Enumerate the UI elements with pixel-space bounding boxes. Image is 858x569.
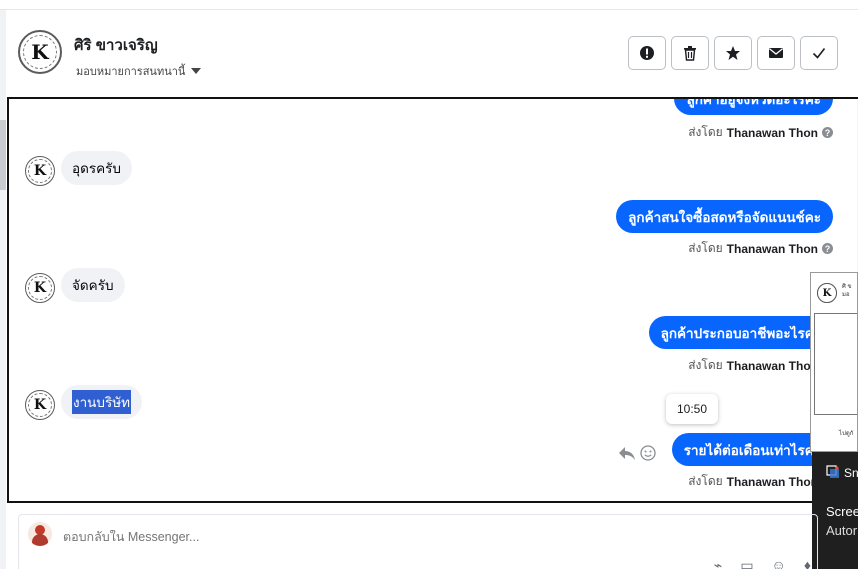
sent-by-label: ส่งโดย Thanawan Thon ? bbox=[688, 239, 833, 258]
snipping-tool-icon bbox=[826, 465, 839, 478]
envelope-icon bbox=[769, 48, 783, 58]
mark-unread-button[interactable] bbox=[757, 36, 795, 70]
sender-name: Thanawan Thon bbox=[726, 241, 818, 256]
help-icon[interactable]: ? bbox=[822, 243, 833, 254]
contact-avatar[interactable]: K bbox=[18, 30, 62, 74]
conversation-list-scrollbar[interactable] bbox=[0, 10, 6, 569]
page-avatar bbox=[28, 522, 52, 546]
contact-name[interactable]: ศิริ ขาวเจริญ bbox=[74, 33, 158, 57]
reply-input[interactable] bbox=[63, 530, 363, 544]
delete-button[interactable] bbox=[671, 36, 709, 70]
outgoing-message[interactable]: ลูกค้าอยู่จังหวัดอะไรคะ bbox=[674, 99, 833, 115]
star-button[interactable] bbox=[714, 36, 752, 70]
sender-name: Thanawan Thon bbox=[726, 125, 818, 140]
message-thread[interactable]: ลูกค้าอยู่จังหวัดอะไรคะ ส่งโดย Thanawan … bbox=[7, 97, 858, 503]
check-icon bbox=[812, 48, 826, 59]
sent-by-prefix: ส่งโดย bbox=[688, 474, 723, 488]
trash-icon bbox=[684, 46, 696, 61]
sender-name: Thanawan Thon bbox=[726, 358, 818, 373]
sent-by-prefix: ส่งโดย bbox=[688, 125, 723, 139]
attachment-icon[interactable]: ⌁ bbox=[714, 557, 722, 569]
alert-circle-icon bbox=[640, 46, 654, 60]
outgoing-message[interactable]: ลูกค้าประกอบอาชีพอะไรคะ bbox=[648, 316, 833, 349]
assign-conversation-dropdown[interactable]: มอบหมายการสนทนานี้ bbox=[76, 62, 202, 80]
window-preview-thumbnail[interactable]: K ศิ ขมอ K ไปดูกั bbox=[810, 272, 858, 452]
help-icon[interactable]: ? bbox=[822, 127, 833, 138]
top-divider bbox=[0, 9, 858, 10]
sent-by-prefix: ส่งโดย bbox=[688, 241, 723, 255]
composer-toolbar: ⌁ ▭ ☺ ♦ bbox=[714, 557, 811, 569]
reply-icon[interactable] bbox=[618, 445, 636, 461]
contact-avatar[interactable]: K bbox=[25, 390, 55, 420]
like-icon[interactable]: ♦ bbox=[804, 557, 811, 569]
snip-notification-toast[interactable]: Sn Scree Autor bbox=[812, 452, 858, 569]
conversation-actions bbox=[628, 36, 838, 70]
reply-composer: ⌁ ▭ ☺ ♦ bbox=[18, 514, 818, 569]
notification-app-name: Sn bbox=[844, 466, 858, 480]
mark-done-button[interactable] bbox=[800, 36, 838, 70]
sent-by-prefix: ส่งโดย bbox=[688, 358, 723, 372]
contact-avatar[interactable]: K bbox=[25, 156, 55, 186]
outgoing-message[interactable]: รายได้ต่อเดือนเท่าไรคะ bbox=[671, 433, 833, 466]
preview-text: ศิ ขมอ bbox=[842, 284, 852, 298]
saved-replies-icon[interactable]: ▭ bbox=[740, 557, 753, 569]
preview-message-text: ไปดูกั bbox=[839, 431, 854, 437]
caret-down-icon bbox=[191, 68, 202, 74]
sender-name: Thanawan Thon bbox=[726, 474, 818, 489]
incoming-message[interactable]: จัดครับ bbox=[61, 268, 125, 302]
notification-body: Autor bbox=[826, 523, 858, 538]
emoji-reaction-icon[interactable] bbox=[640, 445, 656, 461]
incoming-message[interactable]: อุดรครับ bbox=[61, 151, 132, 185]
contact-avatar[interactable]: K bbox=[25, 273, 55, 303]
assign-label: มอบหมายการสนทนานี้ bbox=[76, 66, 186, 78]
spam-button[interactable] bbox=[628, 36, 666, 70]
timestamp-tooltip: 10:50 bbox=[666, 394, 718, 424]
scrollbar-thumb[interactable] bbox=[0, 120, 6, 190]
messenger-inbox: K ศิริ ขาวเจริญ มอบหมายการสนทนานี้ ลูกค้… bbox=[0, 0, 858, 569]
sent-by-label: ส่งโดย Thanawan Thon ? bbox=[688, 123, 833, 142]
emoji-icon[interactable]: ☺ bbox=[772, 557, 786, 569]
incoming-message[interactable]: งานบริษัท bbox=[61, 385, 143, 419]
preview-avatar: K bbox=[817, 283, 837, 303]
star-icon bbox=[726, 46, 740, 60]
outgoing-message[interactable]: ลูกค้าสนใจซื้อสดหรือจัดแนนช์คะ bbox=[616, 200, 833, 233]
selected-text: งานบริษัท bbox=[72, 390, 132, 414]
conversation-header: K ศิริ ขาวเจริญ มอบหมายการสนทนานี้ bbox=[18, 24, 838, 88]
notification-title: Scree bbox=[826, 504, 858, 519]
preview-thread bbox=[814, 313, 857, 415]
